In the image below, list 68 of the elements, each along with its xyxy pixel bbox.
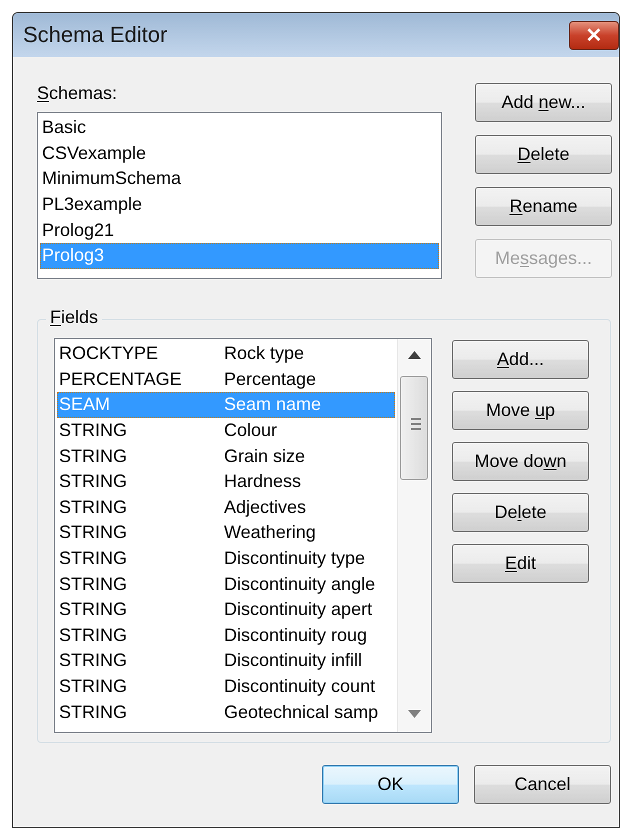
field-row[interactable]: ROCKTYPE Rock type xyxy=(57,341,395,367)
schemas-label: Schemas: xyxy=(37,83,118,104)
field-name: Weathering xyxy=(224,522,316,544)
action-button[interactable]: Add... xyxy=(452,340,589,379)
ok-button[interactable]: OK xyxy=(322,765,459,804)
field-type: STRING xyxy=(59,522,128,544)
action-button[interactable]: Move down xyxy=(452,442,589,481)
field-row[interactable]: STRING Hardness xyxy=(57,468,395,495)
fields-label: Fields xyxy=(46,307,102,328)
action-button[interactable]: Delete xyxy=(475,135,612,174)
field-name: Grain size xyxy=(224,446,306,467)
field-type: PERCENTAGE xyxy=(59,368,183,390)
field-row[interactable]: STRING Discontinuity roug xyxy=(57,622,395,648)
field-row[interactable]: STRING Adjectives xyxy=(57,494,395,520)
action-button[interactable]: Move up xyxy=(452,391,589,430)
close-button[interactable]: ✕ xyxy=(569,20,619,50)
scroll-up-icon[interactable] xyxy=(408,351,421,359)
field-name: Discontinuity roug xyxy=(224,624,368,646)
schema-item[interactable]: Prolog21 xyxy=(40,217,439,243)
field-type: SEAM xyxy=(59,394,112,416)
schema-item[interactable]: Basic xyxy=(40,115,439,141)
field-name: Percentage xyxy=(224,368,316,390)
field-name: Discontinuity infill xyxy=(224,650,362,672)
scroll-down-icon[interactable] xyxy=(408,710,421,718)
field-type: STRING xyxy=(59,548,128,570)
field-type: STRING xyxy=(59,676,128,698)
field-type: STRING xyxy=(59,624,128,646)
field-name: Discontinuity count xyxy=(224,676,376,698)
field-type: ROCKTYPE xyxy=(59,343,160,364)
field-row[interactable]: STRING Geotechnical samp xyxy=(57,699,395,725)
field-name: Seam name xyxy=(224,394,322,416)
field-name: Adjectives xyxy=(224,496,306,518)
field-type: STRING xyxy=(59,446,128,467)
schema-item[interactable]: PL3example xyxy=(40,192,439,218)
field-name: Discontinuity apert xyxy=(224,599,372,620)
field-row[interactable]: STRING Discontinuity infill xyxy=(57,648,395,674)
field-type: STRING xyxy=(59,574,128,595)
field-row[interactable]: STRING Discontinuity apert xyxy=(57,596,395,623)
action-button[interactable]: Delete xyxy=(452,493,589,532)
cancel-button[interactable]: Cancel xyxy=(474,765,611,804)
field-row[interactable]: STRING Discontinuity type xyxy=(57,546,395,572)
field-row[interactable]: PERCENTAGE Percentage xyxy=(57,366,395,392)
field-row[interactable]: STRING Colour xyxy=(57,418,395,444)
action-button[interactable]: Add new... xyxy=(475,83,612,122)
field-name: Discontinuity angle xyxy=(224,574,376,595)
grip-icon xyxy=(411,417,421,431)
field-row[interactable]: STRING Grain size xyxy=(57,443,395,469)
field-type: STRING xyxy=(59,420,128,442)
field-type: STRING xyxy=(59,650,128,672)
scroll-thumb[interactable] xyxy=(400,376,428,480)
schema-item[interactable]: MinimumSchema xyxy=(40,166,439,192)
field-type: STRING xyxy=(59,599,128,620)
field-type: STRING xyxy=(59,496,128,518)
field-name: Colour xyxy=(224,420,278,442)
field-row[interactable]: STRING Discontinuity count xyxy=(57,674,395,700)
field-row[interactable]: STRING Weathering xyxy=(57,520,395,546)
field-name: Discontinuity type xyxy=(224,548,366,570)
field-name: Rock type xyxy=(224,343,304,364)
schema-item[interactable]: CSVexample xyxy=(40,140,439,166)
scrollbar[interactable] xyxy=(397,339,431,732)
field-name: Geotechnical samp xyxy=(224,702,378,723)
action-button[interactable]: Edit xyxy=(452,544,589,583)
action-button[interactable]: Rename xyxy=(475,187,612,226)
field-name: Hardness xyxy=(224,471,302,492)
window-title: Schema Editor xyxy=(23,22,168,48)
field-type: STRING xyxy=(59,471,128,492)
field-row[interactable]: STRING Discontinuity angle xyxy=(57,571,395,597)
field-type: STRING xyxy=(59,702,128,723)
